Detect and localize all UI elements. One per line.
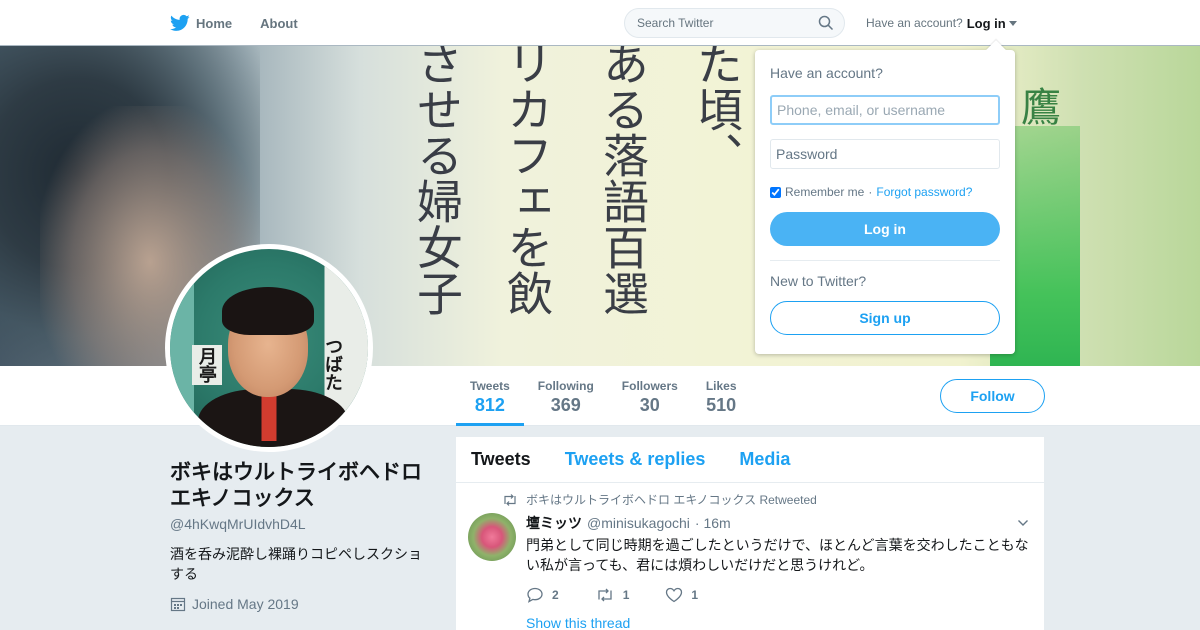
retweet-count: 1: [622, 588, 630, 602]
account-prompt: Have an account?: [866, 16, 963, 30]
dropdown-title: Have an account?: [770, 65, 883, 81]
stat-label: Tweets: [470, 379, 510, 393]
stat-value: 812: [474, 395, 505, 415]
tweet-text: 門弟として同じ時期を過ごしたというだけで、ほとんど言葉を交わしたこともない私が言…: [526, 537, 1029, 573]
stat-label: Followers: [621, 379, 678, 393]
tweet-author-name[interactable]: 壇ミッツ: [526, 513, 582, 533]
stat-value: 369: [550, 395, 581, 415]
tweet-actions: 2 1 1: [526, 587, 1029, 603]
stat-likes[interactable]: Likes 510: [692, 366, 751, 426]
reply-button[interactable]: 2: [526, 587, 559, 603]
search-box[interactable]: [624, 8, 845, 38]
nav-links: Home About: [170, 0, 298, 46]
nav-home-link[interactable]: Home: [170, 13, 232, 33]
caret-down-icon: [1008, 20, 1017, 26]
nav-home-label: Home: [196, 15, 233, 31]
profile-name[interactable]: ボキはウルトライボヘドロ エキノコックス: [170, 460, 430, 512]
retweet-context: ボキはウルトライボヘドロ エキノコックス Retweeted: [502, 491, 1029, 508]
stat-value: 30: [639, 395, 660, 415]
stat-following[interactable]: Following 369: [524, 366, 608, 426]
banner-text-column: た頃、: [690, 46, 744, 178]
like-count: 1: [691, 588, 699, 602]
top-navigation: Home About Have an account? Log in: [0, 0, 1200, 46]
remember-me-label[interactable]: Remember me: [785, 185, 864, 199]
tweet-header: 壇ミッツ @minisukagochi · 16m: [526, 513, 1029, 533]
tab-tweets-and-replies[interactable]: Tweets & replies: [565, 449, 706, 470]
tab-media[interactable]: Media: [739, 449, 790, 470]
banner-text-column: リカフェを飲: [500, 46, 554, 316]
profile-stats: Tweets 812 Following 369 Followers 30 Li…: [456, 366, 751, 426]
nav-about-link[interactable]: About: [260, 16, 298, 31]
like-button[interactable]: 1: [665, 587, 698, 603]
banner-text-column: ある落語百選: [596, 46, 650, 316]
retweeted-by-text[interactable]: ボキはウルトライボヘドロ エキノコックス Retweeted: [526, 491, 817, 508]
retweet-icon: [598, 588, 612, 602]
retweet-icon: [504, 493, 516, 506]
stat-label: Following: [537, 379, 594, 393]
follow-button[interactable]: Follow: [940, 379, 1045, 413]
login-dropdown: Have an account? Remember me · Forgot pa…: [755, 50, 1015, 354]
tweet-timestamp[interactable]: · 16m: [695, 515, 731, 531]
tab-tweets[interactable]: Tweets: [471, 449, 531, 470]
account-area: Have an account? Log in: [866, 0, 1017, 46]
stat-followers[interactable]: Followers 30: [608, 366, 692, 426]
retweet-button[interactable]: 1: [595, 587, 630, 603]
new-to-twitter-text: New to Twitter?: [770, 273, 867, 289]
joined-text: Joined May 2019: [192, 596, 299, 612]
avatar-figure-collar: [250, 391, 288, 441]
stat-tweets[interactable]: Tweets 812: [456, 366, 524, 426]
profile-bio: 酒を呑み泥酔し裸踊りコピペしスクショする: [170, 546, 422, 582]
nav-about-label: About: [260, 15, 298, 31]
tweet-author-avatar[interactable]: [468, 513, 516, 561]
remember-row: Remember me · Forgot password?: [770, 185, 1000, 199]
calendar-icon: [170, 597, 186, 612]
signup-button[interactable]: Sign up: [770, 301, 1000, 335]
dropdown-divider: [770, 260, 1000, 261]
login-dropdown-toggle[interactable]: Log in: [967, 16, 1017, 31]
avatar-figure-hair: [222, 287, 314, 335]
avatar-poster-text: つばた: [323, 337, 343, 391]
username-field[interactable]: [770, 95, 1000, 125]
tweet-author-handle[interactable]: @minisukagochi: [587, 515, 690, 531]
search-icon[interactable]: [818, 15, 834, 31]
remember-me-checkbox[interactable]: [770, 186, 781, 198]
stat-value: 510: [706, 395, 737, 415]
reply-icon: [527, 587, 543, 603]
chevron-down-icon[interactable]: [1017, 517, 1029, 529]
banner-text-column: 鷹: [1014, 86, 1060, 126]
password-field[interactable]: [770, 139, 1000, 169]
banner-text-column: させる婦女子: [410, 46, 464, 316]
login-button[interactable]: Log in: [770, 212, 1000, 246]
profile-joined: Joined May 2019: [170, 596, 430, 612]
tweet[interactable]: ボキはウルトライボヘドロ エキノコックス Retweeted 壇ミッツ @min…: [456, 483, 1044, 630]
remember-separator: ·: [868, 185, 873, 199]
timeline: Tweets Tweets & replies Media ボキはウルトライボヘ…: [456, 437, 1044, 630]
timeline-tabs: Tweets Tweets & replies Media: [456, 437, 1044, 483]
login-toggle-label: Log in: [966, 15, 1006, 31]
avatar-poster-text: 月亭: [192, 345, 222, 385]
show-thread-link[interactable]: Show this thread: [526, 615, 1029, 630]
heart-icon: [666, 587, 683, 603]
profile-handle[interactable]: @4hKwqMrUIdvhD4L: [170, 516, 430, 532]
reply-count: 2: [552, 588, 559, 602]
profile-avatar[interactable]: 月亭 つばた: [165, 244, 373, 452]
forgot-password-link[interactable]: Forgot password?: [876, 185, 972, 199]
search-input[interactable]: [625, 9, 805, 37]
profile-info: ボキはウルトライボヘドロ エキノコックス @4hKwqMrUIdvhD4L 酒を…: [170, 460, 430, 612]
twitter-bird-icon: [170, 14, 190, 31]
stat-label: Likes: [705, 379, 737, 393]
